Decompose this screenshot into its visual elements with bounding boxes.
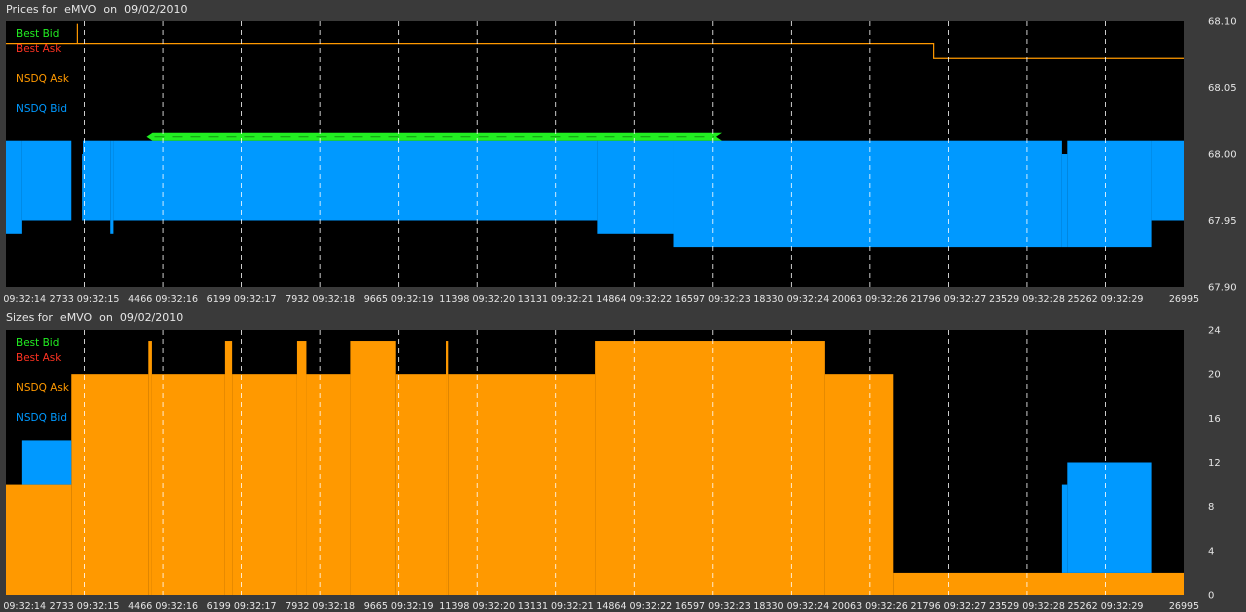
legend-best-ask: Best Ask [16,43,62,55]
x-tick-label: 6199 09:32:17 [207,294,277,305]
nsdq-ask-bar [595,341,825,595]
legend-nsdq-ask: NSDQ Ask [16,73,69,85]
nsdq-ask-bar [6,484,72,595]
nsdq-bid-band [6,140,22,234]
x-tick-label: 13131 09:32:21 [518,294,594,305]
prices-chart: 68.10 68.05 68.00 67.95 67.90 1000 09:32:14 27… [0,17,1237,306]
nsdq-bid-band [21,140,72,221]
nsdq-bid-band [597,140,674,234]
nsdq-ask-bar [148,341,152,595]
x-tick-label: 2733 09:32:15 [50,294,120,305]
nsdq-ask-bar [893,572,1184,595]
nsdq-ask-bar [306,374,351,595]
legend-best-bid: Best Bid [16,337,60,349]
x-tick-label: 14864 09:32:22 [596,294,672,305]
x-tick-label: 1000 09:32:14 [0,601,46,612]
x-tick-label: 21796 09:32:27 [910,294,986,305]
nsdq-ask-bar [395,374,447,595]
y-tick-label: 0 [1208,591,1214,602]
x-tick-label: 4466 09:32:16 [128,601,198,612]
nsdq-ask-bar [448,374,596,595]
nsdq-bid-band [1061,154,1068,248]
nsdq-bid-band [110,140,114,234]
x-tick-label: 23529 09:32:28 [989,601,1065,612]
x-tick-label: 7932 09:32:18 [285,601,355,612]
nsdq-bid-band [82,154,84,221]
y-tick-label: 68.00 [1208,150,1237,161]
legend-best-ask: Best Ask [16,352,62,364]
nsdq-ask-bar [224,341,233,595]
x-tick-label: 9665 09:32:19 [364,294,434,305]
legend-best-bid: Best Bid [16,28,60,40]
nsdq-ask-bar [446,341,449,595]
x-tick-label: 23529 09:32:28 [989,294,1065,305]
x-tick-label: 11398 09:32:20 [439,294,515,305]
x-tick-label: 26995 [1169,294,1199,305]
legend-nsdq-bid: NSDQ Bid [16,103,67,115]
x-tick-label: 25262 09:32:29 [1068,601,1144,612]
x-tick-label: 6199 09:32:17 [207,601,277,612]
x-tick-label: 26995 [1169,601,1199,612]
sizes-chart: 24 20 16 12 8 4 0 1000 09:32:14 2733 09:32:15 446… [0,326,1221,612]
nsdq-bid-band [83,140,111,221]
y-tick-label: 16 [1208,414,1221,425]
legend-nsdq-bid: NSDQ Bid [16,412,67,424]
x-tick-label: 1000 09:32:14 [0,294,46,305]
x-tick-label: 18330 09:32:24 [753,601,829,612]
nsdq-bid-band [113,140,598,221]
y-tick-label: 67.90 [1208,283,1237,294]
x-tick-label: 18330 09:32:24 [753,294,829,305]
sizes-panel: Sizes for eMVO on 09/02/2010 24 20 16 12 8 4 0… [0,308,1246,612]
x-tick-label: 4466 09:32:16 [128,294,198,305]
x-tick-label: 13131 09:32:21 [518,601,594,612]
legend-nsdq-ask: NSDQ Ask [16,382,69,394]
x-tick-label: 7932 09:32:18 [285,294,355,305]
x-tick-label: 21796 09:32:27 [910,601,986,612]
nsdq-bid-bar [1061,484,1068,573]
nsdq-ask-bar [350,341,396,595]
y-tick-label: 12 [1208,458,1221,469]
x-tick-label: 20063 09:32:26 [832,601,908,612]
nsdq-bid-band [1067,140,1152,248]
x-tick-label: 20063 09:32:26 [832,294,908,305]
x-tick-label: 2733 09:32:15 [50,601,120,612]
nsdq-ask-bar [71,374,149,595]
x-tick-label: 11398 09:32:20 [439,601,515,612]
nsdq-ask-bar [824,374,894,595]
y-tick-label: 68.10 [1208,17,1237,28]
x-tick-label: 14864 09:32:22 [596,601,672,612]
y-tick-label: 67.95 [1208,216,1237,227]
prices-panel: Prices for eMVO on 09/02/2010 68.10 68.05… [0,0,1246,306]
x-tick-label: 25262 09:32:29 [1068,294,1144,305]
nsdq-bid-band [1151,140,1184,221]
x-tick-label: 9665 09:32:19 [364,601,434,612]
y-tick-label: 20 [1208,370,1221,381]
y-tick-label: 68.05 [1208,83,1237,94]
nsdq-bid-bar [21,440,72,485]
nsdq-ask-bar [296,341,307,595]
y-tick-label: 8 [1208,502,1214,513]
nsdq-bid-band [673,140,1062,248]
x-tick-label: 16597 09:32:23 [675,294,751,305]
y-tick-label: 24 [1208,326,1221,337]
nsdq-bid-bar [1067,462,1152,573]
x-tick-label: 16597 09:32:23 [675,601,751,612]
y-tick-label: 4 [1208,546,1214,557]
